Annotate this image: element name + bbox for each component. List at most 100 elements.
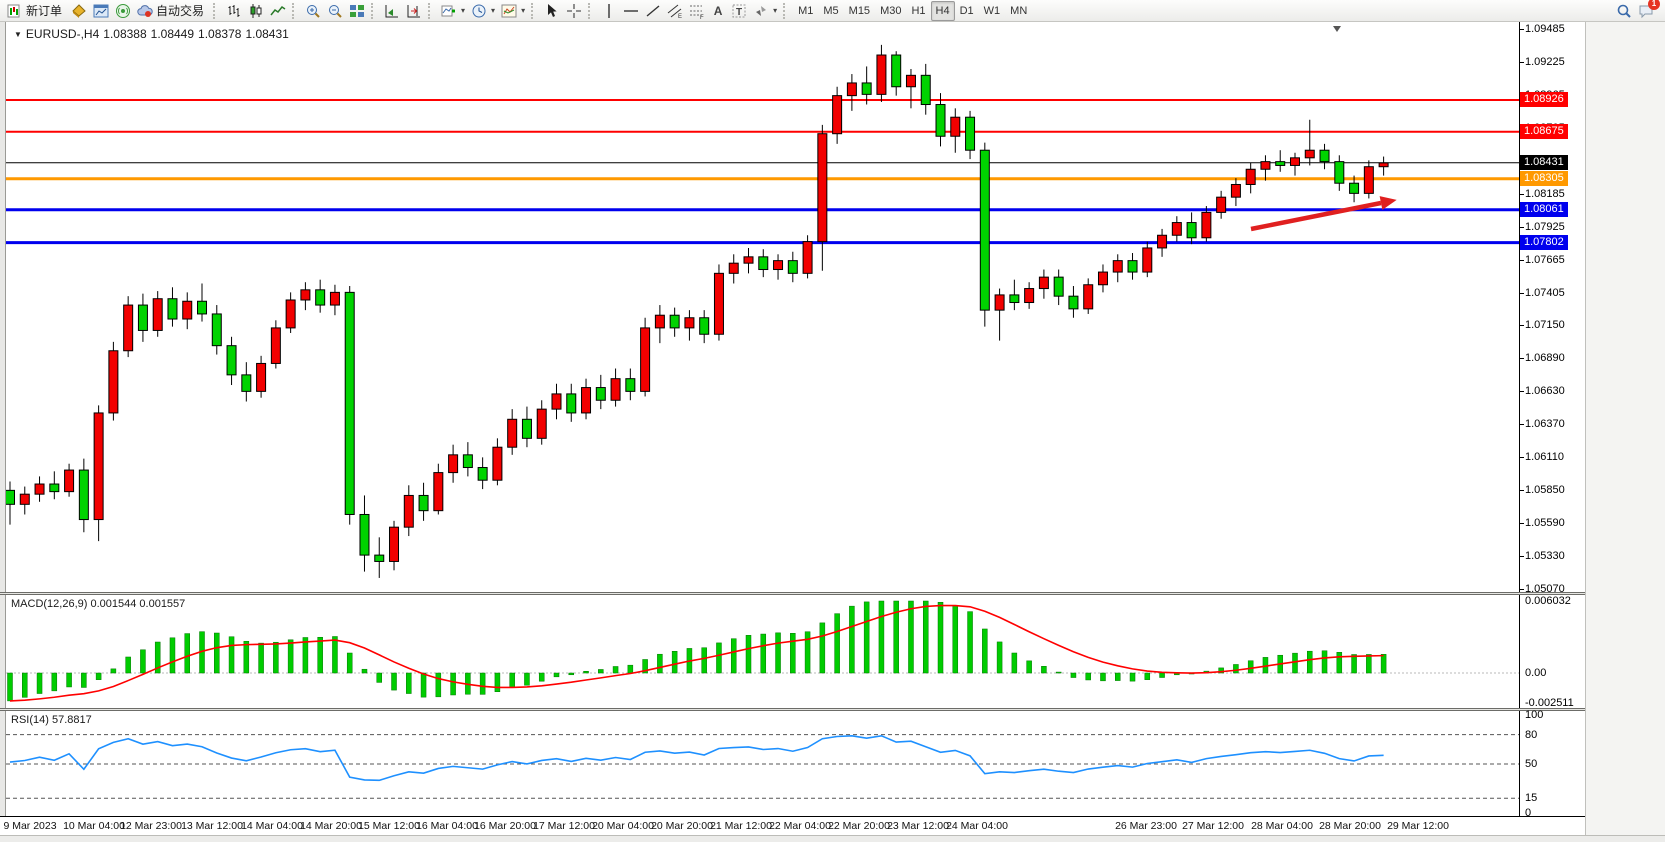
macd-histogram-bar [1086, 673, 1091, 680]
trendline-tool-button[interactable] [642, 1, 664, 21]
macd-histogram-bar [539, 673, 544, 681]
rsi-canvas [6, 711, 1519, 816]
candle [921, 64, 930, 115]
line-chart-mode-button[interactable] [267, 1, 289, 21]
candle [301, 282, 310, 310]
candle [641, 318, 650, 397]
vertical-line-tool-button[interactable] [598, 1, 620, 21]
signals-button[interactable] [112, 1, 134, 21]
timeframe-mn-button[interactable]: MN [1005, 1, 1032, 21]
macd-histogram-bar [790, 633, 795, 673]
candle [729, 254, 738, 283]
macd-histogram-bar [1292, 653, 1297, 673]
timeframe-h1-button[interactable]: H1 [906, 1, 930, 21]
candle [714, 264, 723, 340]
candle [257, 356, 266, 398]
time-axis-label: 15 Mar 12:00 [358, 820, 420, 832]
candlestick-mode-button[interactable] [245, 1, 267, 21]
macd-histogram-bar [761, 634, 766, 673]
new-order-button[interactable]: 新订单 [4, 1, 68, 21]
fibonacci-icon: F [689, 3, 705, 19]
timeframe-w1-button[interactable]: W1 [979, 1, 1006, 21]
macd-histogram-bar [377, 673, 382, 682]
macd-panel[interactable]: MACD(12,26,9) 0.001544 0.001557 [6, 595, 1519, 708]
macd-histogram-bar [938, 602, 943, 673]
chart-window-button[interactable] [90, 1, 112, 21]
candle [582, 379, 591, 420]
candle [1143, 242, 1152, 278]
price-tick-label: 1.06630 [1525, 384, 1565, 398]
macd-histogram-bar [923, 601, 928, 673]
candle [1158, 229, 1167, 257]
period-button[interactable]: ▾ [468, 1, 498, 21]
macd-histogram-bar [997, 642, 1002, 673]
timeframe-h4-button[interactable]: H4 [931, 1, 955, 21]
timeframe-d1-button[interactable]: D1 [955, 1, 979, 21]
add-indicator-caret[interactable]: ▾ [461, 6, 465, 15]
channel-tool-button[interactable]: E [664, 1, 686, 21]
macd-histogram-bar [495, 673, 500, 692]
timeframe-m15-button[interactable]: M15 [844, 1, 875, 21]
crosshair-tool-button[interactable] [563, 1, 585, 21]
timeframe-m30-button[interactable]: M30 [875, 1, 906, 21]
zoom-in-button[interactable] [302, 1, 324, 21]
trend-arrow-annotation[interactable] [1251, 203, 1381, 229]
shapes-caret[interactable]: ▾ [773, 6, 777, 15]
macd-axis: 0.0060320.00-0.002511 [1519, 595, 1585, 708]
candle [375, 537, 384, 578]
candle [1320, 144, 1329, 169]
tile-windows-button[interactable] [346, 1, 368, 21]
auto-scroll-button[interactable] [381, 1, 403, 21]
macd-histogram-bar [185, 634, 190, 673]
price-chart-panel[interactable]: ▼ EURUSD-,H4 1.08388 1.08449 1.08378 1.0… [6, 22, 1519, 592]
search-button[interactable] [1613, 1, 1635, 21]
macd-histogram-bar [214, 633, 219, 673]
zoom-out-icon [327, 3, 343, 19]
horizontal-line-tool-button[interactable] [620, 1, 642, 21]
toolbar-grip [428, 3, 435, 19]
candle [360, 495, 369, 571]
macd-histogram-bar [776, 633, 781, 673]
label-tool-button[interactable]: T [728, 1, 750, 21]
macd-histogram-bar [1027, 661, 1032, 673]
macd-histogram-bar [1381, 654, 1386, 673]
template-button[interactable]: ▾ [498, 1, 528, 21]
autotrade-icon [137, 3, 153, 19]
chart-close-value: 1.08431 [245, 27, 288, 41]
add-indicator-icon [441, 3, 457, 19]
candle [1069, 286, 1078, 318]
price-tick [1520, 29, 1524, 30]
fibonacci-tool-button[interactable]: F [686, 1, 708, 21]
price-axis[interactable]: 1.094851.092251.089651.087051.084451.081… [1519, 22, 1585, 592]
shapes-tool-button[interactable]: ▾ [750, 1, 780, 21]
timeframe-m5-button[interactable]: M5 [818, 1, 843, 21]
chart-window-icon [93, 3, 109, 19]
cursor-tool-button[interactable] [541, 1, 563, 21]
macd-histogram-bar [288, 640, 293, 673]
add-indicator-button[interactable]: ▾ [438, 1, 468, 21]
notifications-button[interactable]: 1 [1635, 1, 1657, 21]
bar-chart-mode-button[interactable] [223, 1, 245, 21]
text-tool-button[interactable]: A [708, 1, 728, 21]
price-tick-label: 1.07665 [1525, 253, 1565, 267]
chart-title-collapse-icon[interactable]: ▼ [14, 30, 22, 39]
timeframe-m1-button[interactable]: M1 [793, 1, 818, 21]
rsi-panel[interactable]: RSI(14) 57.8817 [6, 711, 1519, 816]
price-tick-label: 1.06890 [1525, 351, 1565, 365]
autotrade-button[interactable]: 自动交易 [134, 1, 210, 21]
time-axis-label: 9 Mar 2023 [3, 820, 56, 832]
price-chart-canvas[interactable] [6, 22, 1519, 592]
template-caret[interactable]: ▾ [521, 6, 525, 15]
time-axis-label: 20 Mar 04:00 [592, 820, 654, 832]
candle [79, 459, 88, 533]
time-axis[interactable]: 9 Mar 202310 Mar 04:0012 Mar 23:0013 Mar… [0, 816, 1585, 835]
macd-histogram-bar [1307, 651, 1312, 673]
period-caret[interactable]: ▾ [491, 6, 495, 15]
candle [94, 405, 103, 541]
chart-shift-button[interactable] [403, 1, 425, 21]
time-axis-label: 16 Mar 20:00 [474, 820, 536, 832]
text-tool-icon: A [714, 4, 723, 18]
candle [478, 457, 487, 489]
market-watch-button[interactable] [68, 1, 90, 21]
zoom-out-button[interactable] [324, 1, 346, 21]
